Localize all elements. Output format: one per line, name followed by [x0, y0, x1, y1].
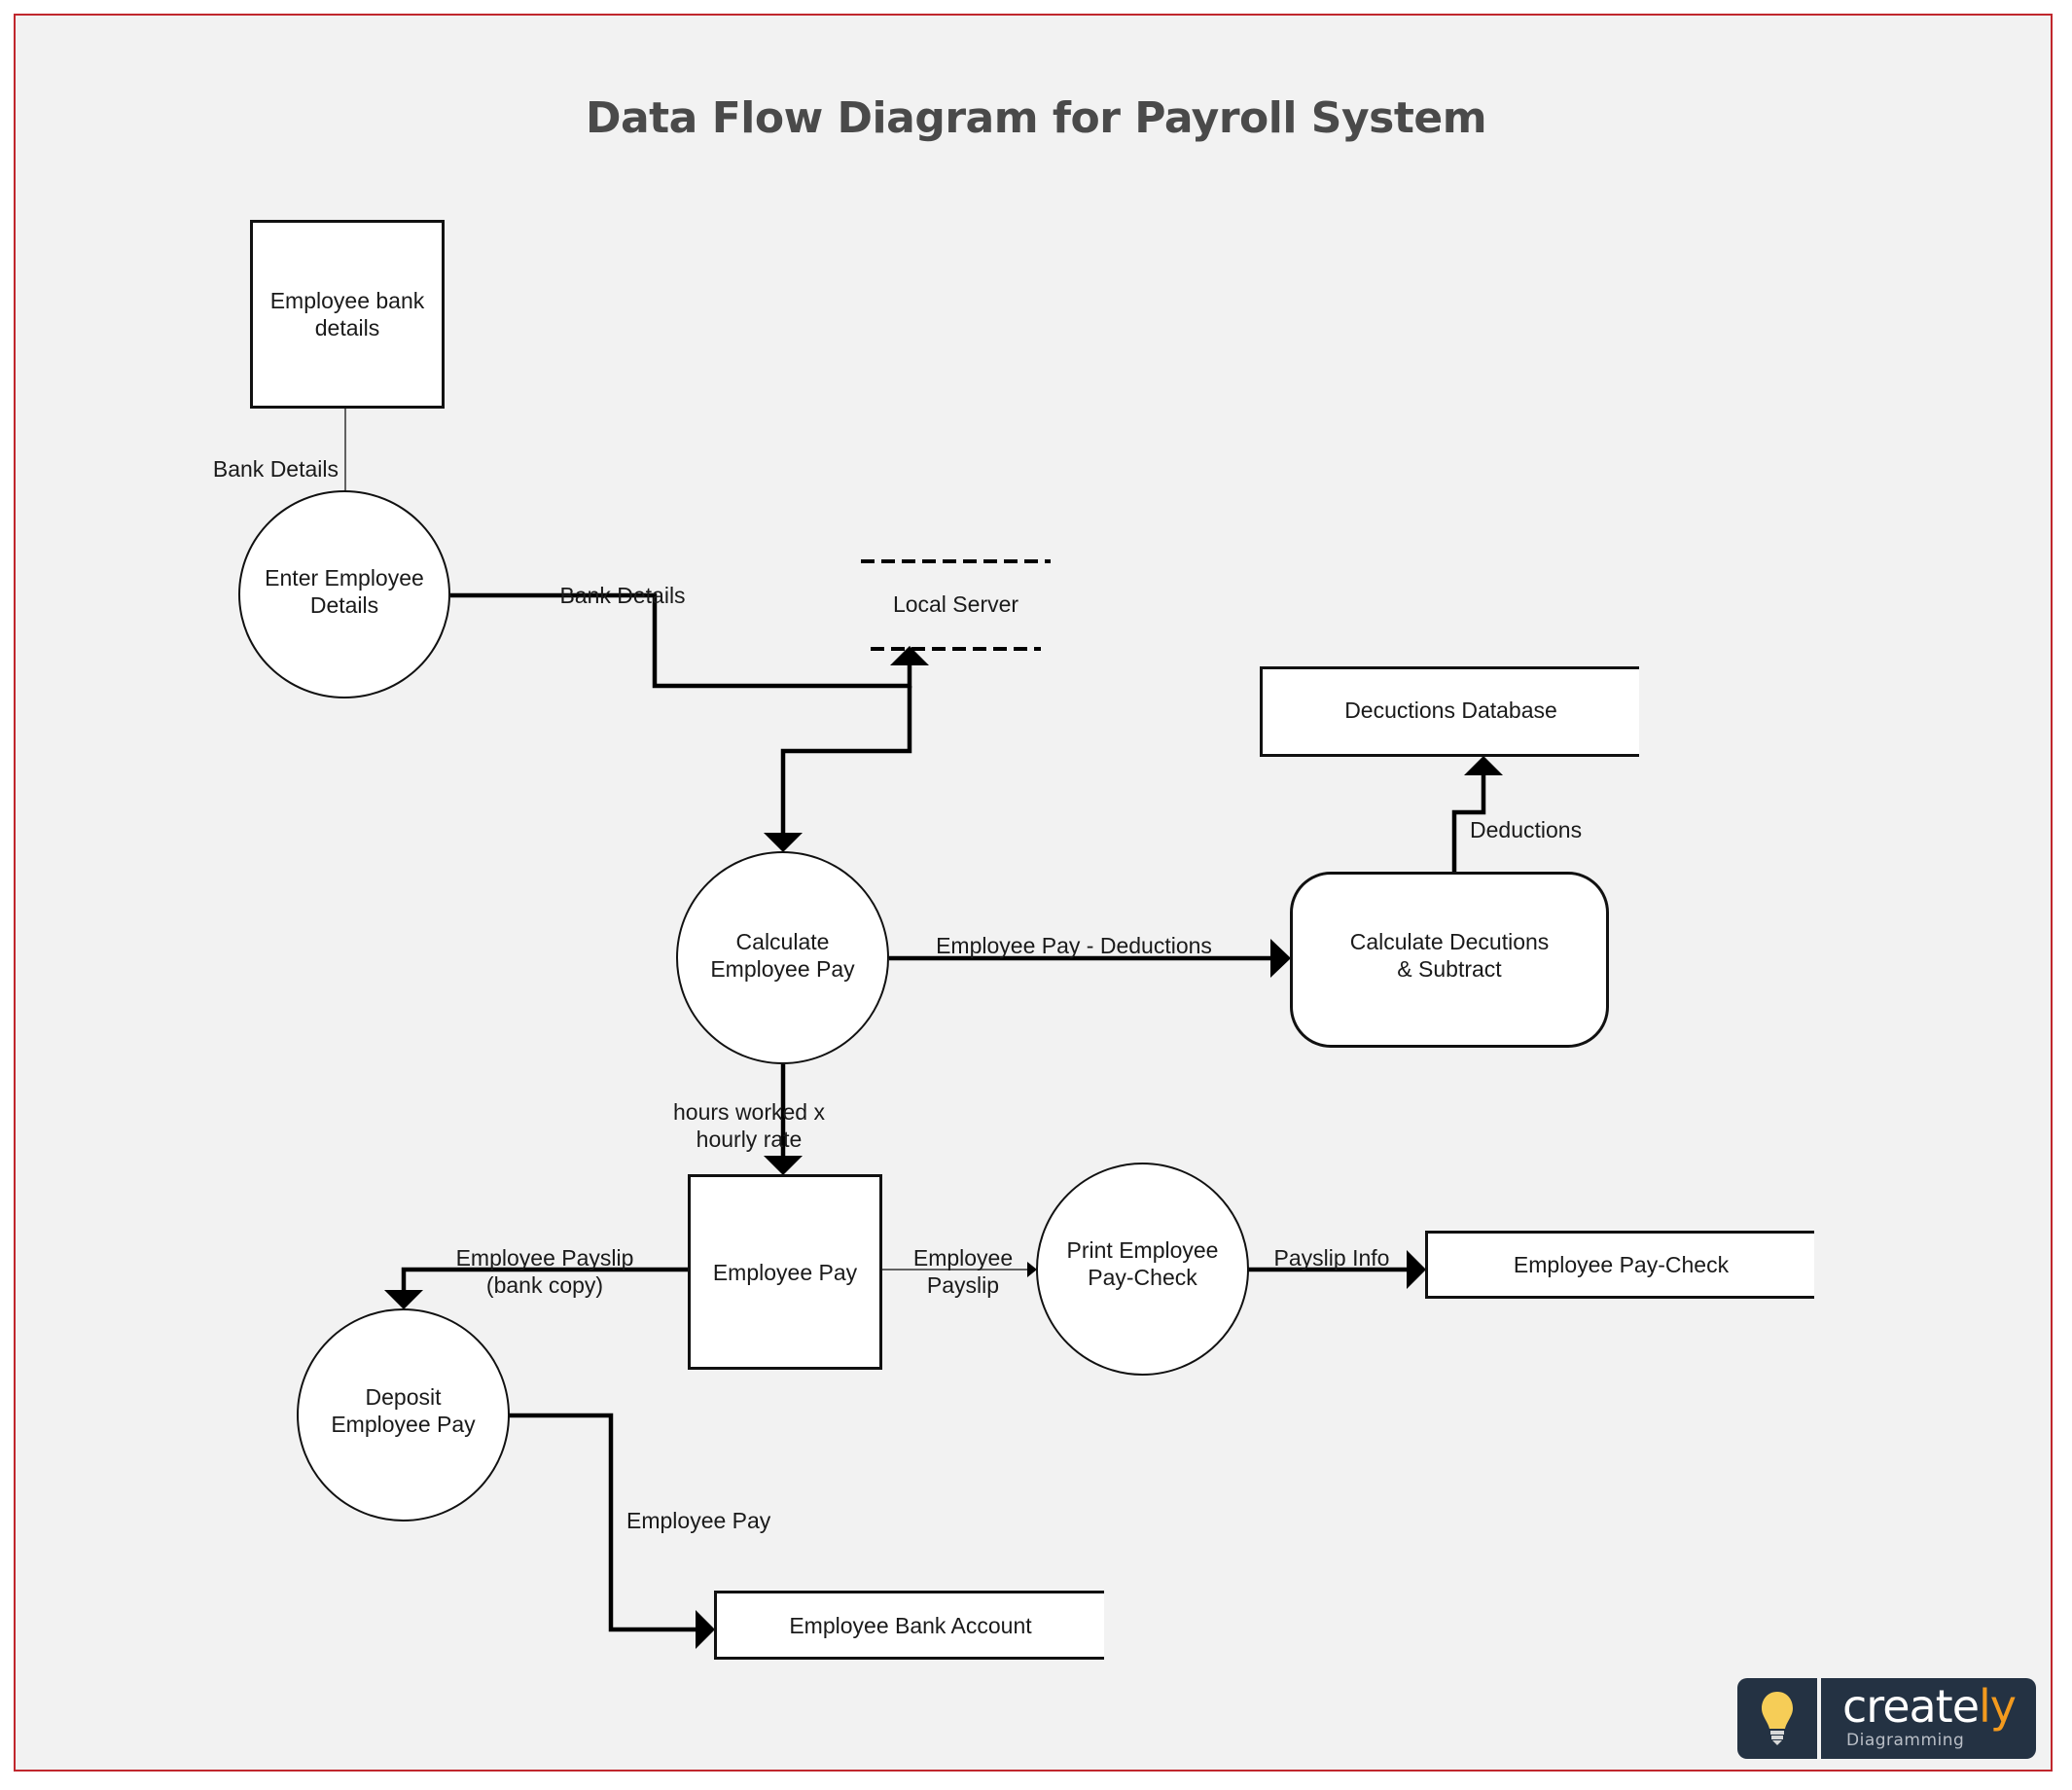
flow-label-line: Employee Payslip	[455, 1245, 634, 1271]
flow-label-line: hours worked x	[673, 1099, 825, 1125]
logo-wordmark: creately Diagramming	[1821, 1678, 2036, 1759]
flow-label-deductions: Deductions	[1470, 817, 1583, 842]
node-label: Employee Pay-Check	[1513, 1252, 1730, 1277]
node-label-line: Employee Pay	[710, 955, 855, 982]
flow-label-employee-pay: Employee Pay	[626, 1508, 771, 1533]
flow-label-line: Employee	[912, 1245, 1014, 1271]
flow-label-bank-details-in: Bank Details	[212, 456, 339, 482]
flow-label-payslip-bank-copy: Employee Payslip (bank copy)	[456, 1244, 634, 1299]
arrowhead-right-deductions	[1270, 939, 1291, 978]
lightbulb-icon	[1762, 1691, 1793, 1745]
data-store-employee-paycheck[interactable]: Employee Pay-Check	[1425, 1231, 1814, 1299]
data-store-employee-pay[interactable]: Employee Pay	[688, 1174, 882, 1370]
node-label: Employee Pay	[712, 1259, 858, 1285]
wordmark-sub: Diagramming	[1846, 1731, 1965, 1750]
node-label-line: Employee bank	[269, 288, 425, 313]
data-store-deductions-database[interactable]: Decuctions Database	[1260, 666, 1639, 757]
arrowhead-down-calculate	[764, 833, 803, 852]
external-entity-employee-bank-details[interactable]: Employee bank details	[250, 220, 445, 409]
process-calculate-employee-pay[interactable]: Calculate Employee Pay	[676, 851, 889, 1064]
data-store-employee-bank-account[interactable]: Employee Bank Account	[714, 1591, 1104, 1660]
flow-label-hours-worked: hours worked x hourly rate	[673, 1098, 825, 1153]
arrowhead-down-employee-pay	[764, 1156, 803, 1175]
node-label-line: details	[314, 315, 380, 340]
node-label-line: Employee Pay	[331, 1411, 476, 1437]
flow-label-bank-details-out: Bank Details	[559, 583, 686, 608]
process-print-employee-paycheck[interactable]: Print Employee Pay-Check	[1036, 1163, 1249, 1376]
local-server-label: Local Server	[892, 591, 1019, 617]
flow-label-pay-minus-deductions: Employee Pay - Deductions	[936, 933, 1212, 958]
node-label-line: & Subtract	[1397, 955, 1502, 982]
data-store-local-server[interactable]: Local Server	[861, 591, 1051, 618]
node-label-line: Calculate	[735, 928, 830, 954]
node-label-line: Print Employee	[1066, 1236, 1219, 1263]
arrowhead-down-deposit	[384, 1290, 423, 1309]
flow-server-to-calculate	[780, 686, 912, 837]
wordmark-accent: ly	[1979, 1680, 2017, 1733]
flow-label-payslip-info: Payslip Info	[1273, 1245, 1390, 1271]
arrowhead-up-database	[1464, 756, 1503, 775]
process-enter-employee-details[interactable]: Enter Employee Details	[238, 490, 450, 698]
logo-icon-panel	[1737, 1678, 1817, 1759]
process-calculate-deductions[interactable]: Calculate Decutions & Subtract	[1290, 872, 1609, 1048]
creately-logo[interactable]: creately Diagramming	[1737, 1678, 2036, 1759]
wordmark-main: create	[1842, 1680, 1980, 1733]
arrowhead-right-paycheck	[1407, 1250, 1426, 1289]
flow-label-line: Payslip	[926, 1272, 1000, 1298]
node-label-line: Pay-Check	[1088, 1264, 1197, 1290]
node-label: Decuctions Database	[1344, 698, 1557, 723]
node-label-line: Details	[309, 592, 379, 618]
node-label-line: Deposit	[365, 1383, 442, 1410]
arrowhead-right-bank-account	[696, 1610, 715, 1649]
flow-label-employee-payslip: Employee Payslip	[913, 1244, 1013, 1299]
node-label-line: Calculate Decutions	[1349, 928, 1550, 954]
process-deposit-employee-pay[interactable]: Deposit Employee Pay	[297, 1308, 510, 1522]
flow-label-line: hourly rate	[696, 1127, 803, 1152]
flow-label-line: (bank copy)	[485, 1272, 604, 1298]
node-label-line: Enter Employee	[265, 565, 424, 591]
node-label: Employee Bank Account	[789, 1612, 1032, 1638]
